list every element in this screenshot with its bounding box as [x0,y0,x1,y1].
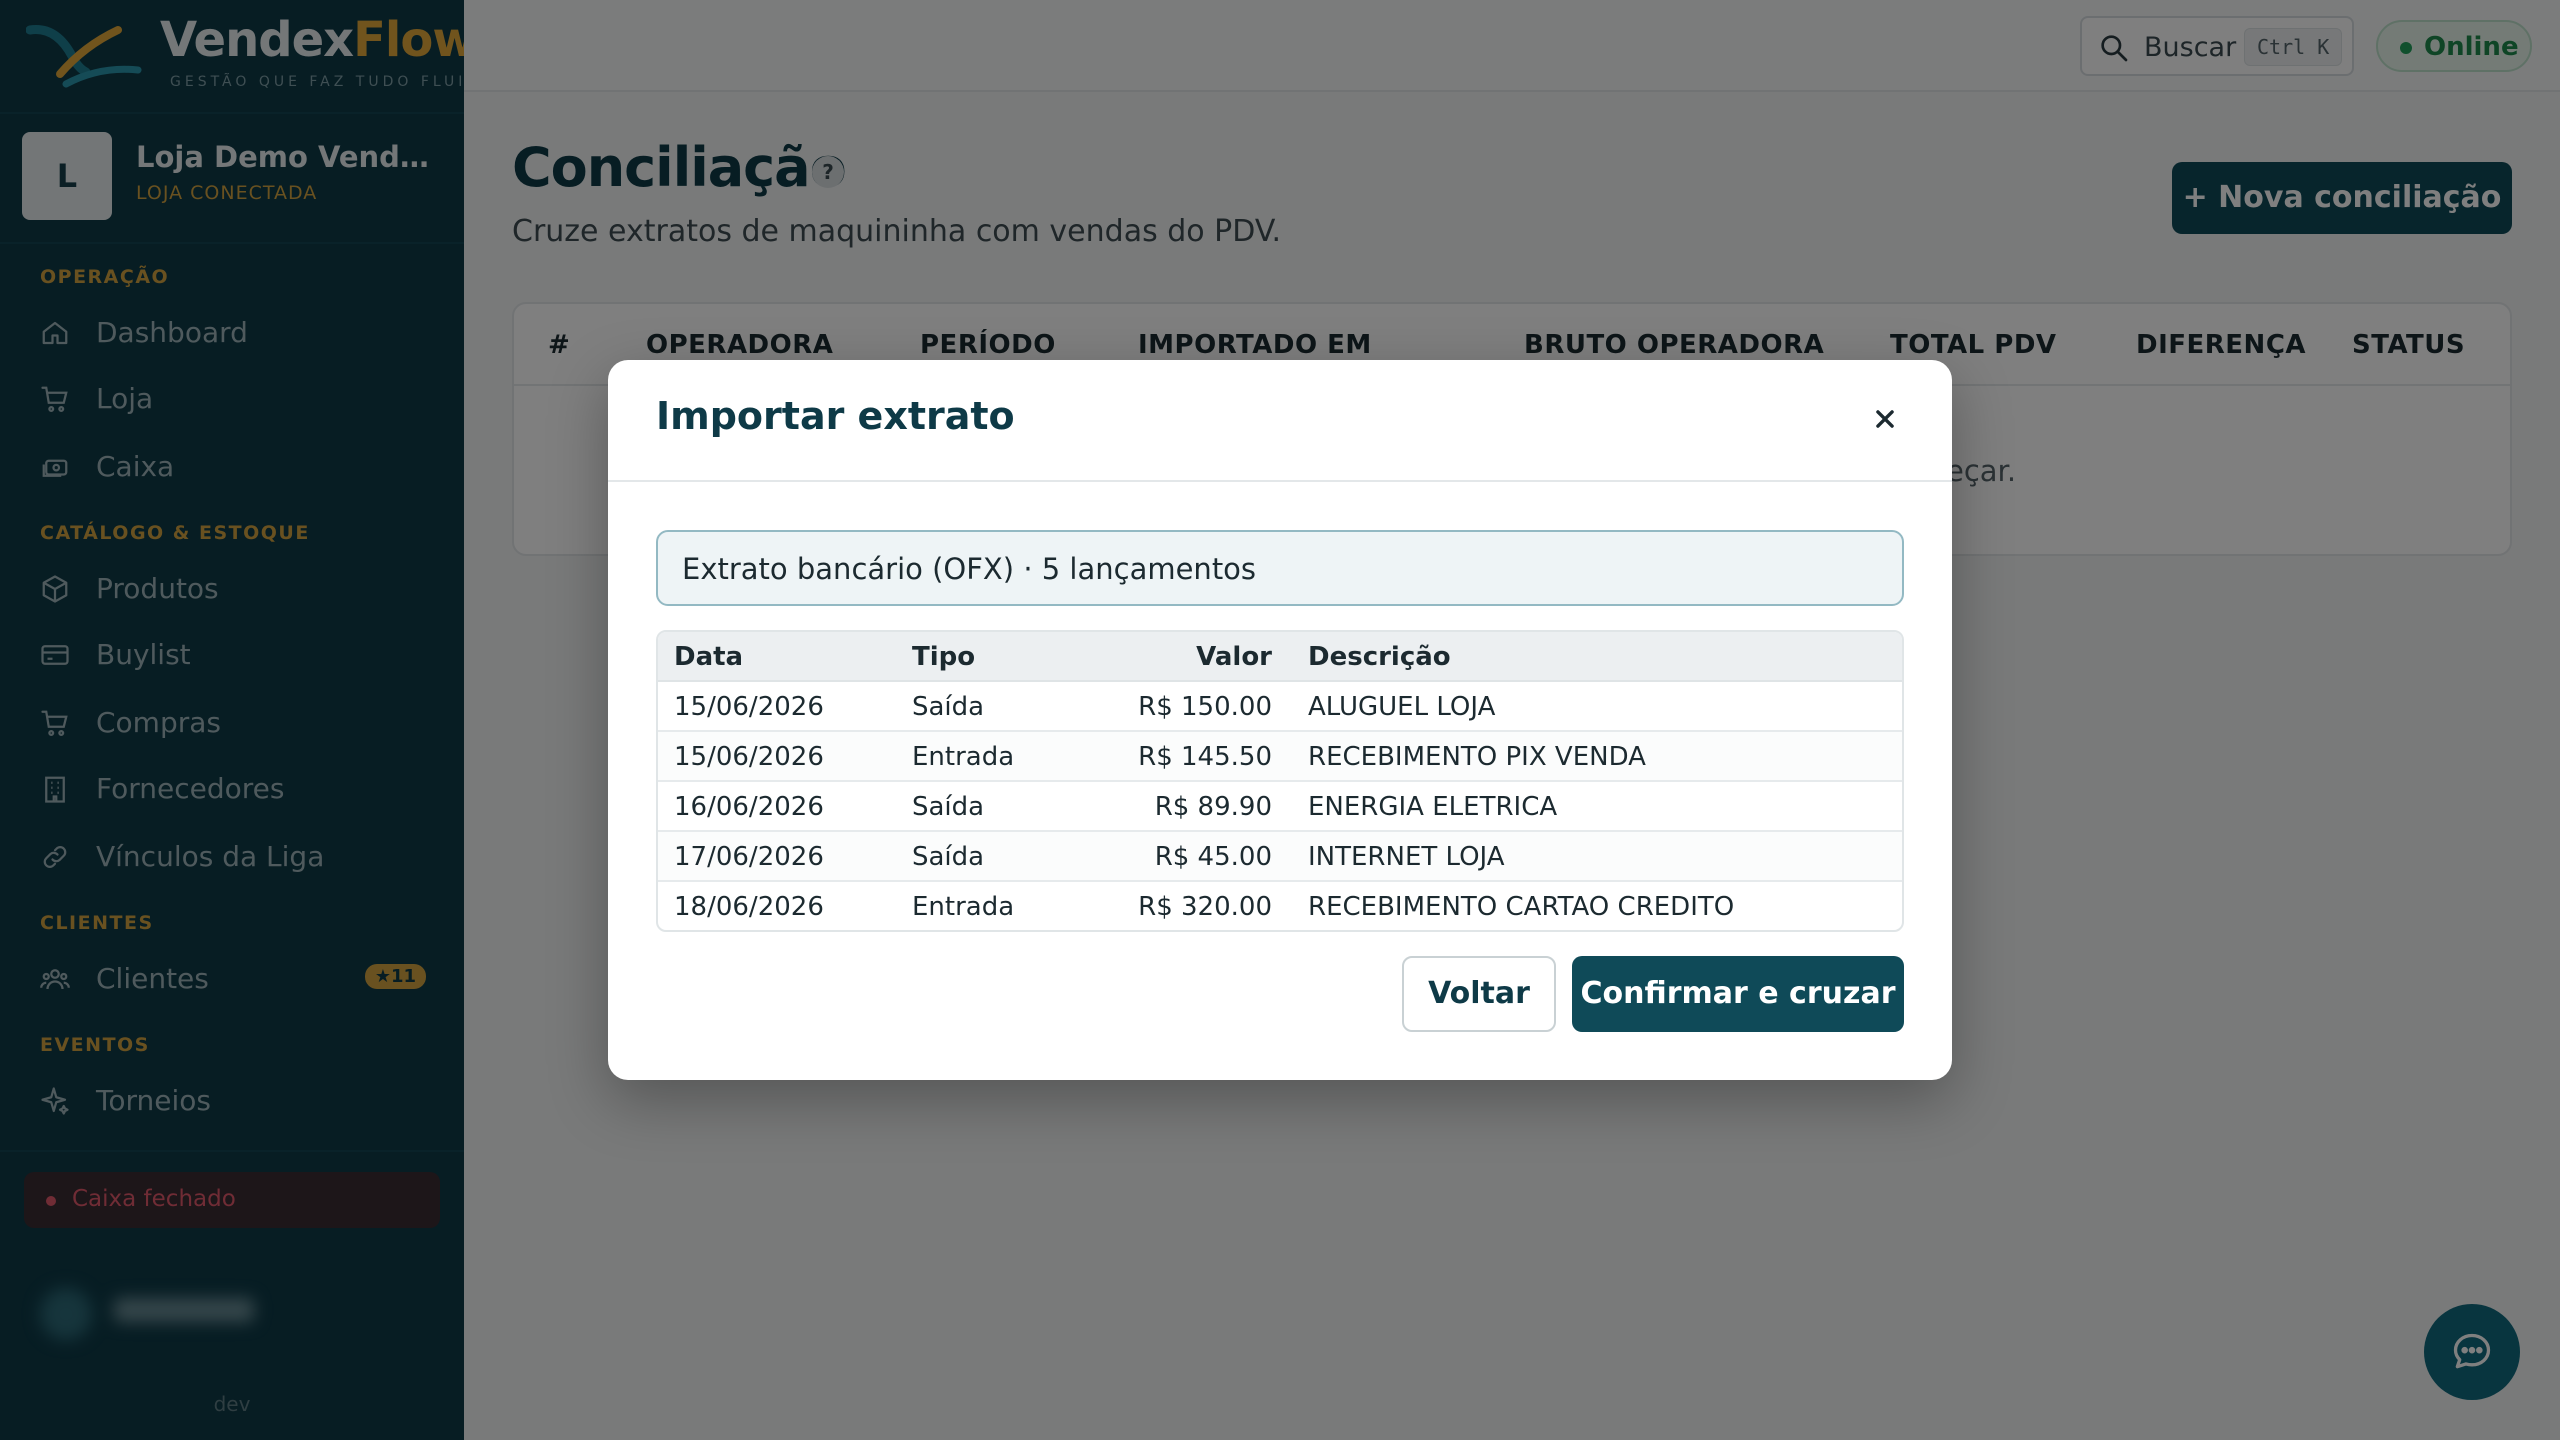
cell-type: Saída [912,692,985,722]
cell-date: 15/06/2026 [674,742,824,772]
back-button[interactable]: Voltar [1402,956,1556,1032]
cell-value: R$ 145.50 [1138,742,1272,772]
table-row: 16/06/2026 Saída R$ 89.90 ENERGIA ELETRI… [658,782,1902,832]
file-info-box: Extrato bancário (OFX) · 5 lançamentos [656,530,1904,606]
cell-date: 16/06/2026 [674,792,824,822]
cell-value: R$ 89.90 [1154,792,1272,822]
cell-value: R$ 150.00 [1138,692,1272,722]
column-header: Descrição [1308,642,1451,672]
table-row: 18/06/2026 Entrada R$ 320.00 RECEBIMENTO… [658,882,1902,930]
cell-date: 15/06/2026 [674,692,824,722]
table-header: Data Tipo Valor Descrição [658,632,1902,682]
cell-date: 17/06/2026 [674,842,824,872]
table-row: 15/06/2026 Saída R$ 150.00 ALUGUEL LOJA [658,682,1902,732]
import-statement-modal: Importar extrato Extrato bancário (OFX) … [608,360,1952,1080]
close-icon[interactable] [1868,402,1902,436]
column-header: Data [674,642,744,672]
table-row: 15/06/2026 Entrada R$ 145.50 RECEBIMENTO… [658,732,1902,782]
cell-description: INTERNET LOJA [1308,842,1505,872]
cell-type: Entrada [912,892,1015,922]
cell-description: RECEBIMENTO CARTAO CREDITO [1308,892,1735,922]
cell-value: R$ 320.00 [1138,892,1272,922]
cell-type: Entrada [912,742,1015,772]
statement-preview-table: Data Tipo Valor Descrição 15/06/2026 Saí… [656,630,1904,932]
cell-date: 18/06/2026 [674,892,824,922]
cell-description: ALUGUEL LOJA [1308,692,1496,722]
file-info-text: Extrato bancário (OFX) · 5 lançamentos [682,552,1257,586]
modal-title: Importar extrato [656,394,1015,438]
modal-header: Importar extrato [608,360,1952,482]
cell-description: RECEBIMENTO PIX VENDA [1308,742,1646,772]
cell-description: ENERGIA ELETRICA [1308,792,1558,822]
cell-value: R$ 45.00 [1154,842,1272,872]
column-header: Valor [1196,642,1272,672]
confirm-button[interactable]: Confirmar e cruzar [1572,956,1904,1032]
cell-type: Saída [912,842,985,872]
column-header: Tipo [912,642,976,672]
cell-type: Saída [912,792,985,822]
table-row: 17/06/2026 Saída R$ 45.00 INTERNET LOJA [658,832,1902,882]
